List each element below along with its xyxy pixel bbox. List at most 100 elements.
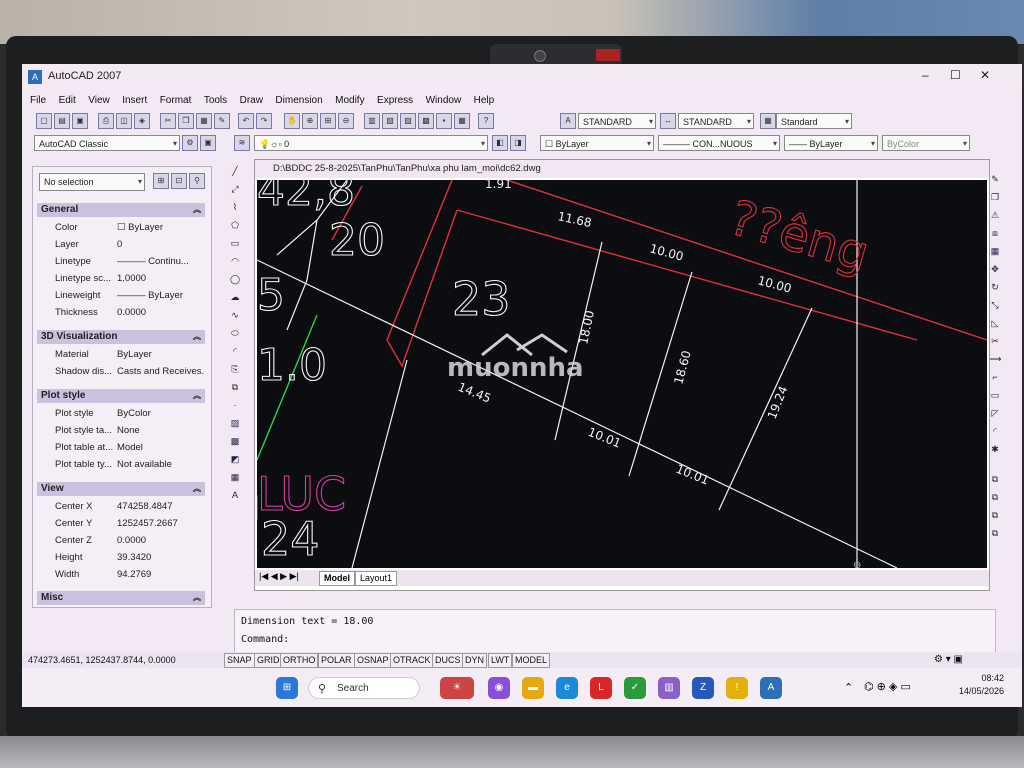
polygon-icon[interactable]: ⬠ — [228, 218, 242, 232]
dyn-button[interactable]: DYN — [462, 653, 488, 668]
search-box[interactable]: ⚲ Search — [308, 677, 420, 699]
pan-icon[interactable]: ✋ — [284, 113, 300, 129]
markup-icon[interactable]: ▪ — [436, 113, 452, 129]
menu-draw[interactable]: Draw — [240, 91, 263, 111]
tab-model[interactable]: Model — [319, 571, 355, 586]
properties-icon[interactable]: ▥ — [364, 113, 380, 129]
prop-row[interactable]: Height 39.3420 — [53, 549, 205, 566]
toggle-pickadd-icon[interactable]: ⊞ — [153, 173, 169, 189]
model-space-canvas[interactable]: 1.91 11.68 10.00 10.00 18.00 18.60 19.24… — [257, 180, 987, 568]
rotate-icon[interactable]: ↻ — [988, 280, 1002, 294]
preview-icon[interactable]: ◫ — [116, 113, 132, 129]
tab-layout1[interactable]: Layout1 — [355, 571, 398, 586]
prop-row[interactable]: Linetype sc... 1.0000 — [53, 270, 205, 287]
red-app-icon[interactable]: L — [590, 677, 612, 699]
calculator-icon[interactable]: ▦ — [454, 113, 470, 129]
menu-view[interactable]: View — [88, 91, 110, 111]
table-style-icon[interactable]: ▦ — [760, 113, 776, 129]
gradient-icon[interactable]: ▩ — [228, 434, 242, 448]
menu-dimension[interactable]: Dimension — [275, 91, 322, 111]
section-3d-visualization[interactable]: 3D Visualization ︽ — [37, 330, 205, 344]
workspace-save-icon[interactable]: ▣ — [200, 135, 216, 151]
redo-icon[interactable]: ↷ — [256, 113, 272, 129]
menu-help[interactable]: Help — [474, 91, 495, 111]
section-misc[interactable]: Misc ︽ — [37, 591, 205, 605]
tray-settings-icon[interactable]: ⚙ ▾ ▣ — [934, 652, 963, 668]
offset-icon[interactable]: ⧈ — [988, 226, 1002, 240]
otrack-button[interactable]: OTRACK — [390, 653, 434, 668]
prop-row[interactable]: Center Z 0.0000 — [53, 532, 205, 549]
dim-style-select[interactable]: STANDARD ▾ — [678, 113, 754, 129]
file-explorer-icon[interactable]: ▬ — [522, 677, 544, 699]
layer-select[interactable]: 💡☼▫ 0 ▾ — [254, 135, 488, 151]
region-icon[interactable]: ◩ — [228, 452, 242, 466]
prop-row[interactable]: Layer 0 — [53, 236, 205, 253]
menu-insert[interactable]: Insert — [122, 91, 147, 111]
lwt-button[interactable]: LWT — [488, 653, 513, 668]
text-style-icon[interactable]: A — [560, 113, 576, 129]
chamfer-icon[interactable]: ◸ — [988, 406, 1002, 420]
copilot-icon[interactable]: ◉ — [488, 677, 510, 699]
prop-row[interactable]: Lineweight ——— ByLayer — [53, 287, 205, 304]
scale-icon[interactable]: ⤡ — [988, 298, 1002, 312]
copy-icon[interactable]: ❐ — [178, 113, 194, 129]
construction-line-icon[interactable]: ⤢ — [228, 182, 242, 196]
trim-icon[interactable]: ✂ — [988, 334, 1002, 348]
tool-palettes-icon[interactable]: ▨ — [400, 113, 416, 129]
menu-express[interactable]: Express — [377, 91, 413, 111]
widgets-icon[interactable]: ☀ — [440, 677, 474, 699]
section-general[interactable]: General ︽ — [37, 203, 205, 217]
sheet-set-icon[interactable]: ▩ — [418, 113, 434, 129]
menu-window[interactable]: Window — [426, 91, 462, 111]
prop-row[interactable]: Plot table at... Model — [53, 439, 205, 456]
layer-manager-icon[interactable]: ≋ — [234, 135, 250, 151]
stretch-icon[interactable]: ◺ — [988, 316, 1002, 330]
print-icon[interactable]: ⎙ — [98, 113, 114, 129]
new-icon[interactable]: ▢ — [36, 113, 52, 129]
zoom-realtime-icon[interactable]: ⊕ — [302, 113, 318, 129]
break-icon[interactable]: ⌐ — [988, 370, 1002, 384]
section-plot-style[interactable]: Plot style ︽ — [37, 389, 205, 403]
prop-row[interactable]: Color ☐ ByLayer — [53, 219, 205, 236]
selection-select[interactable]: No selection ▾ — [39, 173, 145, 191]
prop-row[interactable]: Shadow dis... Casts and Receives... — [53, 363, 205, 380]
minimize-button[interactable]: – — [922, 68, 929, 82]
color-select[interactable]: ☐ ByLayer ▾ — [540, 135, 654, 151]
move-icon[interactable]: ✥ — [988, 262, 1002, 276]
prop-row[interactable]: Plot style ta... None — [53, 422, 205, 439]
bring-front-icon[interactable]: ⧉ — [988, 490, 1002, 504]
rectangle-icon[interactable]: ▭ — [228, 236, 242, 250]
grid-button[interactable]: GRID — [254, 653, 283, 668]
polar-button[interactable]: POLAR — [318, 653, 355, 668]
menu-modify[interactable]: Modify — [335, 91, 364, 111]
point-icon[interactable]: · — [228, 398, 242, 412]
join-icon[interactable]: ▭ — [988, 388, 1002, 402]
edge-icon[interactable]: e — [556, 677, 578, 699]
section-view[interactable]: View ︽ — [37, 482, 205, 496]
close-button[interactable]: ✕ — [980, 68, 990, 82]
lineweight-select[interactable]: —— ByLayer ▾ — [784, 135, 878, 151]
warning-app-icon[interactable]: ! — [726, 677, 748, 699]
make-layer-current-icon[interactable]: ◧ — [492, 135, 508, 151]
menu-tools[interactable]: Tools — [204, 91, 227, 111]
open-icon[interactable]: ▤ — [54, 113, 70, 129]
publish-icon[interactable]: ◈ — [134, 113, 150, 129]
zoom-window-icon[interactable]: ⊞ — [320, 113, 336, 129]
extend-icon[interactable]: ⟶ — [988, 352, 1002, 366]
text-front-icon[interactable]: ⧉ — [988, 526, 1002, 540]
ducs-button[interactable]: DUCS — [432, 653, 464, 668]
insert-block-icon[interactable]: ⎘ — [228, 362, 242, 376]
layer-previous-icon[interactable]: ◨ — [510, 135, 526, 151]
menu-file[interactable]: File — [30, 91, 46, 111]
prop-row[interactable]: Material ByLayer — [53, 346, 205, 363]
copy-object-icon[interactable]: ❐ — [988, 190, 1002, 204]
paste-icon[interactable]: ▦ — [196, 113, 212, 129]
hatch-icon[interactable]: ▨ — [228, 416, 242, 430]
undo-icon[interactable]: ↶ — [238, 113, 254, 129]
revision-cloud-icon[interactable]: ☁ — [228, 290, 242, 304]
clock[interactable]: 08:42 14/05/2026 — [959, 672, 1004, 698]
zoom-previous-icon[interactable]: ⊖ — [338, 113, 354, 129]
prop-row[interactable]: Width 94.2769 — [53, 566, 205, 583]
tray-chevron-up-icon[interactable]: ⌃ — [844, 681, 853, 694]
prop-row[interactable]: Linetype ——— Continu... — [53, 253, 205, 270]
